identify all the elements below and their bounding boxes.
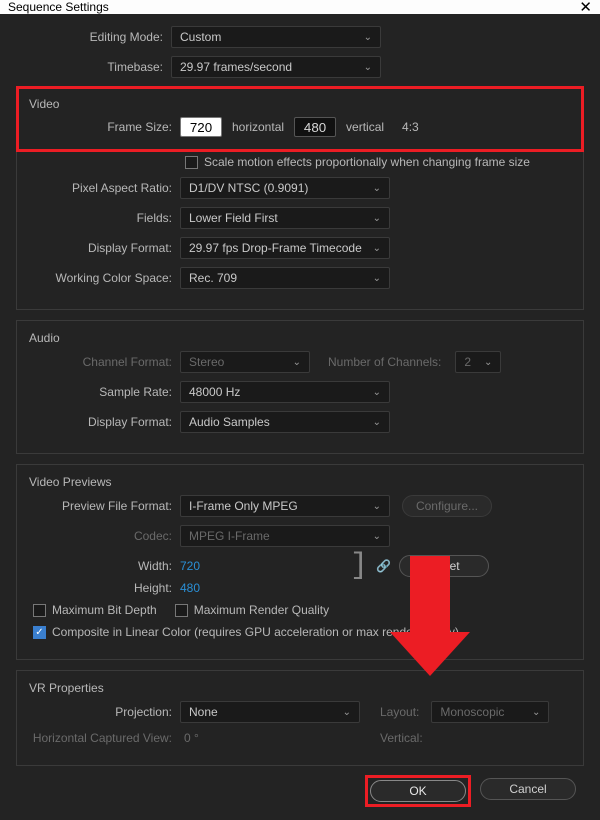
channel-format-select: Stereo ⌄ xyxy=(180,351,310,373)
chevron-down-icon: ⌄ xyxy=(373,243,381,254)
vr-legend: VR Properties xyxy=(25,681,108,695)
audio-legend: Audio xyxy=(25,331,64,345)
sample-rate-value: 48000 Hz xyxy=(189,385,240,399)
chevron-down-icon: ⌄ xyxy=(373,501,381,512)
preview-width-value[interactable]: 720 xyxy=(180,559,220,573)
num-channels-select: 2 ⌄ xyxy=(455,351,501,373)
projection-value: None xyxy=(189,705,218,719)
working-color-value: Rec. 709 xyxy=(189,271,237,285)
video-display-format-value: 29.97 fps Drop-Frame Timecode xyxy=(189,241,362,255)
previews-group: Video Previews Preview File Format: I-Fr… xyxy=(16,464,584,660)
chevron-down-icon: ⌄ xyxy=(293,357,301,368)
editing-mode-select[interactable]: Custom ⌄ xyxy=(171,26,381,48)
ok-button[interactable]: OK xyxy=(370,780,466,802)
ok-highlight: OK xyxy=(368,778,468,804)
link-icon[interactable]: 🔗 xyxy=(376,559,391,573)
annotation-arrow-icon xyxy=(410,556,450,636)
working-color-label: Working Color Space: xyxy=(25,271,180,285)
video-display-format-label: Display Format: xyxy=(25,241,180,255)
previews-legend: Video Previews xyxy=(25,475,116,489)
preview-file-format-value: I-Frame Only MPEG xyxy=(189,499,298,513)
scale-motion-label: Scale motion effects proportionally when… xyxy=(204,155,530,169)
annotation-arrow-head-icon xyxy=(390,632,470,676)
pixel-aspect-label: Pixel Aspect Ratio: xyxy=(25,181,180,195)
chevron-down-icon: ⌄ xyxy=(373,213,381,224)
chevron-down-icon: ⌄ xyxy=(364,32,372,43)
video-group: Video Frame Size: horizontal vertical 4:… xyxy=(16,86,584,152)
projection-select[interactable]: None ⌄ xyxy=(180,701,360,723)
preview-file-format-label: Preview File Format: xyxy=(25,499,180,513)
vertical-text: vertical xyxy=(346,120,384,134)
chevron-down-icon: ⌄ xyxy=(364,62,372,73)
layout-select: Monoscopic ⌄ xyxy=(431,701,549,723)
audio-group: Audio Channel Format: Stereo ⌄ Number of… xyxy=(16,320,584,454)
audio-display-format-label: Display Format: xyxy=(25,415,180,429)
max-bit-depth-checkbox[interactable] xyxy=(33,604,46,617)
audio-display-format-select[interactable]: Audio Samples ⌄ xyxy=(180,411,390,433)
video-display-format-select[interactable]: 29.97 fps Drop-Frame Timecode ⌄ xyxy=(180,237,390,259)
fields-value: Lower Field First xyxy=(189,211,278,225)
max-render-quality-label: Maximum Render Quality xyxy=(194,603,329,617)
num-channels-label: Number of Channels: xyxy=(328,355,449,369)
horizontal-text: horizontal xyxy=(232,120,284,134)
codec-select: MPEG I-Frame ⌄ xyxy=(180,525,390,547)
video-group-rest: Scale motion effects proportionally when… xyxy=(16,151,584,310)
configure-button: Configure... xyxy=(402,495,492,517)
preview-width-label: Width: xyxy=(25,559,180,573)
editing-mode-label: Editing Mode: xyxy=(16,30,171,44)
pixel-aspect-select[interactable]: D1/DV NTSC (0.9091) ⌄ xyxy=(180,177,390,199)
timebase-select[interactable]: 29.97 frames/second ⌄ xyxy=(171,56,381,78)
codec-label: Codec: xyxy=(25,529,180,543)
chevron-down-icon: ⌄ xyxy=(373,183,381,194)
audio-display-format-value: Audio Samples xyxy=(189,415,270,429)
chevron-down-icon: ⌄ xyxy=(532,707,540,718)
max-render-quality-checkbox[interactable] xyxy=(175,604,188,617)
timebase-label: Timebase: xyxy=(16,60,171,74)
channel-format-label: Channel Format: xyxy=(25,355,180,369)
chevron-down-icon: ⌄ xyxy=(373,387,381,398)
channel-format-value: Stereo xyxy=(189,355,224,369)
pixel-aspect-value: D1/DV NTSC (0.9091) xyxy=(189,181,308,195)
layout-value: Monoscopic xyxy=(440,705,504,719)
composite-linear-checkbox[interactable]: ✓ xyxy=(33,626,46,639)
close-icon[interactable]: ✕ xyxy=(579,0,592,16)
codec-value: MPEG I-Frame xyxy=(189,529,270,543)
chevron-down-icon: ⌄ xyxy=(484,357,492,368)
timebase-value: 29.97 frames/second xyxy=(180,60,292,74)
preview-height-value[interactable]: 480 xyxy=(180,581,200,595)
sample-rate-label: Sample Rate: xyxy=(25,385,180,399)
chevron-down-icon: ⌄ xyxy=(343,707,351,718)
projection-label: Projection: xyxy=(25,705,180,719)
scale-motion-checkbox[interactable] xyxy=(185,156,198,169)
bracket-icon: ] xyxy=(350,559,368,573)
horiz-view-value: 0 ° xyxy=(180,731,360,745)
horiz-view-label: Horizontal Captured View: xyxy=(25,731,180,745)
frame-size-label: Frame Size: xyxy=(25,120,180,134)
cancel-button[interactable]: Cancel xyxy=(480,778,576,800)
window-title: Sequence Settings xyxy=(8,0,109,14)
chevron-down-icon: ⌄ xyxy=(373,273,381,284)
chevron-down-icon: ⌄ xyxy=(373,531,381,542)
fields-select[interactable]: Lower Field First ⌄ xyxy=(180,207,390,229)
editing-mode-value: Custom xyxy=(180,30,221,44)
chevron-down-icon: ⌄ xyxy=(373,417,381,428)
vr-group: VR Properties Projection: None ⌄ Layout:… xyxy=(16,670,584,766)
frame-height-input[interactable] xyxy=(294,117,336,137)
vert-view-label: Vertical: xyxy=(380,731,431,745)
preview-file-format-select[interactable]: I-Frame Only MPEG ⌄ xyxy=(180,495,390,517)
working-color-select[interactable]: Rec. 709 ⌄ xyxy=(180,267,390,289)
fields-label: Fields: xyxy=(25,211,180,225)
frame-width-input[interactable] xyxy=(180,117,222,137)
num-channels-value: 2 xyxy=(464,355,471,369)
video-legend: Video xyxy=(25,97,63,111)
layout-label: Layout: xyxy=(380,705,427,719)
title-bar: Sequence Settings ✕ xyxy=(0,0,600,14)
aspect-text: 4:3 xyxy=(402,120,419,134)
preview-height-label: Height: xyxy=(25,581,180,595)
max-bit-depth-label: Maximum Bit Depth xyxy=(52,603,157,617)
sample-rate-select[interactable]: 48000 Hz ⌄ xyxy=(180,381,390,403)
